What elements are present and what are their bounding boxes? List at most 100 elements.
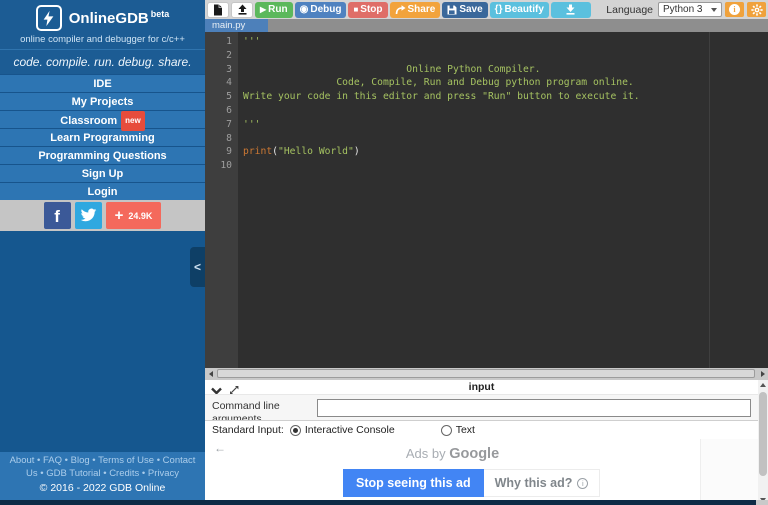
footer-link-blog[interactable]: Blog	[71, 455, 90, 466]
info-icon: i	[729, 4, 740, 15]
sidebar: OnlineGDB beta online compiler and debugg…	[0, 0, 205, 500]
radio-text[interactable]	[440, 424, 452, 436]
open-upload-button[interactable]	[231, 1, 253, 18]
code-editor[interactable]: 1 2 3 4 5 6 7 8 9 10 ''' Online Python Compiler. …	[205, 32, 768, 368]
code-line[interactable]: Online Python Compiler.	[243, 63, 768, 77]
code-line[interactable]: '''	[243, 35, 768, 49]
code-line[interactable]: Write your code in this editor and press…	[243, 90, 768, 104]
triangle-up-icon	[760, 383, 766, 387]
sidebar-item-label: Sign Up	[81, 168, 124, 180]
save-button[interactable]: Save	[442, 1, 488, 18]
code-line[interactable]	[243, 132, 768, 146]
sidebar-item-programming-questions[interactable]: Programming Questions	[0, 146, 205, 164]
line-number[interactable]: 2	[205, 49, 232, 63]
footer-link-gdb-tutorial[interactable]: GDB Tutorial	[46, 468, 100, 479]
code-line[interactable]: '''	[243, 118, 768, 132]
share-button[interactable]: Share	[389, 1, 441, 18]
share-counter-button[interactable]: + 24.9K	[105, 202, 162, 229]
horizontal-scroll-thumb[interactable]	[217, 369, 755, 378]
ad-buttons: Stop seeing this ad Why this ad? i	[343, 469, 601, 497]
line-number[interactable]: 3	[205, 63, 232, 77]
triangle-right-icon	[760, 371, 765, 377]
beautify-button[interactable]: {} Beautify	[489, 1, 549, 18]
command-line-label: Command line arguments	[212, 400, 280, 421]
footer-link-about[interactable]: About	[10, 455, 35, 466]
footer-link-privacy[interactable]: Privacy	[148, 468, 179, 479]
sidebar-item-classroom[interactable]: Classroom new	[0, 110, 205, 131]
floppy-disk-icon	[447, 5, 457, 14]
debug-button[interactable]: ◉ Debug	[294, 1, 347, 18]
copyright: © 2016 - 2022 GDB Online	[39, 482, 166, 494]
code-token: Code, Compile, Run and Debug python prog…	[243, 77, 634, 89]
language-group: Language Python 3 i	[606, 2, 766, 17]
stop-button[interactable]: ■ Stop	[348, 1, 388, 18]
new-file-button[interactable]	[207, 1, 229, 18]
line-number[interactable]: 7	[205, 118, 232, 132]
triangle-left-icon	[208, 371, 213, 377]
horizontal-scrollbar[interactable]	[205, 368, 768, 380]
run-button[interactable]: ▶ Run	[255, 1, 293, 18]
sidebar-header: OnlineGDB beta online compiler and debugg…	[0, 0, 205, 49]
code-token: Write your code in this editor and press…	[243, 91, 640, 103]
code-line[interactable]: Code, Compile, Run and Debug python prog…	[243, 76, 768, 90]
logo[interactable]: OnlineGDB beta	[0, 5, 205, 31]
tagline: code. compile. run. debug. share.	[0, 49, 205, 74]
radio-text-label[interactable]: Text	[456, 424, 475, 436]
ad-area: ← Ads by Google Stop seeing this ad Why …	[205, 439, 758, 504]
sidebar-body: <	[0, 231, 205, 452]
sidebar-collapse-button[interactable]: <	[190, 247, 205, 287]
code-line[interactable]	[243, 159, 768, 173]
footer-link-terms-of-use[interactable]: Terms of Use	[98, 455, 154, 466]
share-count: 24.9K	[128, 210, 153, 221]
line-number[interactable]: 5	[205, 90, 232, 104]
sidebar-menu: IDE My Projects Classroom new Learn Programm…	[0, 74, 205, 200]
language-value: Python 3	[663, 4, 703, 15]
code-line[interactable]	[243, 104, 768, 118]
new-file-icon	[214, 4, 222, 15]
social-bar: f + 24.9K	[0, 200, 205, 231]
download-button[interactable]	[550, 1, 591, 18]
download-icon	[566, 4, 575, 15]
line-number[interactable]: 9	[205, 145, 232, 159]
scroll-left-arrow[interactable]	[205, 368, 216, 380]
editor-code[interactable]: ''' Online Python Compiler. Code, Compil…	[238, 32, 768, 368]
line-number[interactable]: 10	[205, 159, 232, 173]
twitter-button[interactable]	[74, 202, 102, 229]
sidebar-item-my-projects[interactable]: My Projects	[0, 92, 205, 110]
command-line-input[interactable]	[317, 399, 751, 417]
code-line[interactable]: print("Hello World")	[243, 145, 768, 159]
sidebar-item-learn-programming[interactable]: Learn Programming	[0, 128, 205, 146]
scroll-right-arrow[interactable]	[757, 368, 768, 380]
sidebar-item-ide[interactable]: IDE	[0, 74, 205, 92]
footer-link-credits[interactable]: Credits	[109, 468, 139, 479]
scroll-up-arrow[interactable]	[758, 380, 768, 390]
vertical-scrollbar[interactable]	[758, 380, 768, 505]
footer-link-faq[interactable]: FAQ	[43, 455, 62, 466]
info-button[interactable]: i	[725, 2, 744, 17]
code-line[interactable]	[243, 49, 768, 63]
new-badge: new	[121, 111, 145, 131]
line-number[interactable]: 1	[205, 35, 232, 49]
line-number[interactable]: 4	[205, 76, 232, 90]
onlinegdb-app: OnlineGDB beta online compiler and debugg…	[0, 0, 768, 505]
line-number[interactable]: 8	[205, 132, 232, 146]
sidebar-item-login[interactable]: Login	[0, 182, 205, 200]
tab-main-py[interactable]: main.py	[205, 19, 268, 32]
stdin-label: Standard Input:	[212, 424, 284, 436]
share-icon	[395, 4, 406, 14]
sidebar-item-sign-up[interactable]: Sign Up	[0, 164, 205, 182]
settings-button[interactable]	[747, 2, 766, 17]
why-this-ad-button[interactable]: Why this ad? i	[483, 469, 601, 497]
input-panel-header: input	[205, 380, 758, 395]
language-select[interactable]: Python 3	[658, 2, 722, 17]
sidebar-item-label: Programming Questions	[38, 150, 167, 162]
radio-interactive-console[interactable]	[289, 424, 301, 436]
facebook-button[interactable]: f	[43, 202, 71, 229]
radio-interactive-label[interactable]: Interactive Console	[305, 424, 395, 436]
beta-tag: beta	[150, 9, 170, 19]
editor-gutter[interactable]: 1 2 3 4 5 6 7 8 9 10	[205, 32, 238, 368]
vertical-scroll-thumb[interactable]	[759, 392, 767, 476]
stop-seeing-ad-button[interactable]: Stop seeing this ad	[343, 469, 484, 497]
line-number[interactable]: 6	[205, 104, 232, 118]
gear-icon	[750, 3, 763, 16]
